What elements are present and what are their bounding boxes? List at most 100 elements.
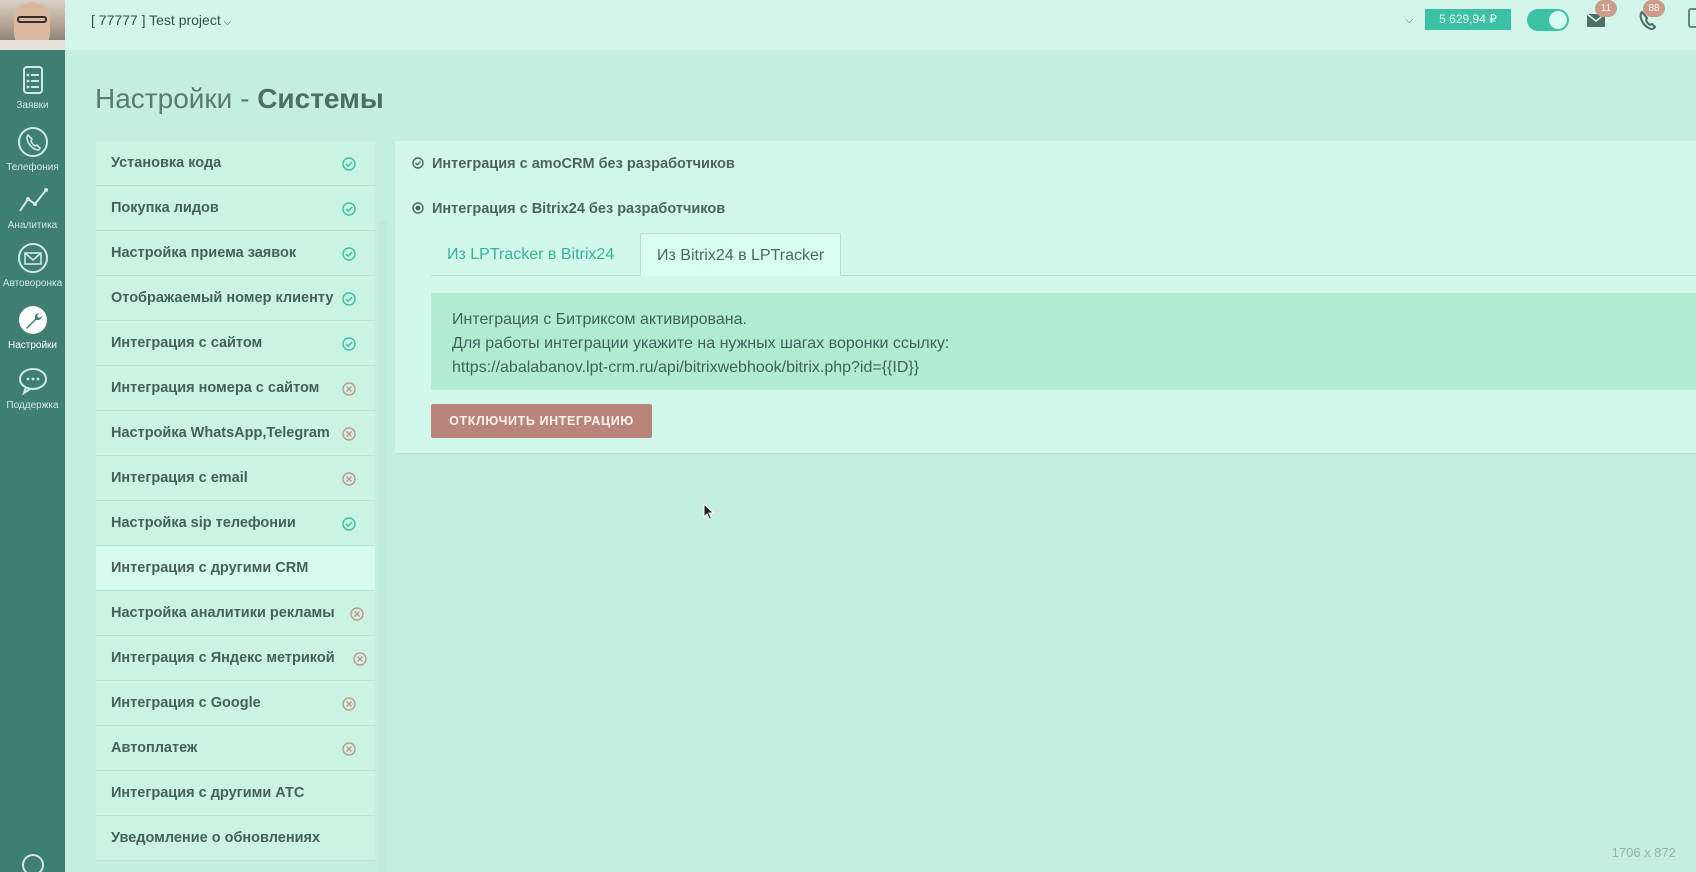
settings-menu: Установка кода Покупка лидов Настройка п… (96, 141, 375, 861)
avatar-glasses (17, 16, 47, 23)
x-circle-icon (342, 697, 356, 711)
page-title: Настройки - Системы (95, 83, 384, 115)
tab-lptracker-to-bitrix[interactable]: Из LPTracker в Bitrix24 (431, 233, 630, 276)
status-toggle[interactable] (1527, 9, 1569, 31)
accordion-amocrm[interactable]: Интеграция с amoCRM без разработчиков (412, 156, 735, 172)
envelope-icon (17, 243, 48, 273)
check-circle-icon (342, 517, 356, 531)
menu-item-label: Уведомление о обновлениях (111, 830, 321, 846)
money-icon[interactable] (20, 852, 46, 872)
mail-button[interactable]: 11 (1586, 0, 1617, 30)
toggle-knob (1549, 11, 1567, 29)
rail-item-support[interactable]: Поддержка (0, 364, 65, 411)
menu-item-label: Интеграция с другими АТС (111, 785, 305, 801)
project-name: [ 77777 ] Test project (91, 12, 221, 28)
page-title-prefix: Настройки - (95, 83, 258, 114)
menu-item-email-integration[interactable]: Интеграция с email (96, 456, 375, 501)
rail-item-label: Автоворонка (2, 278, 63, 289)
menu-item-ad-analytics[interactable]: Настройка аналитики рекламы (96, 591, 375, 636)
menu-item-label: Настройка WhatsApp,Telegram (111, 425, 330, 441)
cut-off-icon[interactable] (1688, 8, 1696, 28)
menu-item-label: Интеграция номера с сайтом (111, 380, 320, 396)
menu-item-display-number[interactable]: Отображаемый номер клиенту (96, 276, 375, 321)
rail-item-autofunnel[interactable]: Автоворонка (0, 242, 65, 289)
clipboard-list-icon (22, 66, 43, 94)
accordion-label: Интеграция с amoCRM без разработчиков (432, 156, 735, 172)
check-circle-icon (342, 157, 356, 171)
menu-item-google[interactable]: Интеграция с Google (96, 681, 375, 726)
check-circle-icon (412, 157, 424, 169)
menu-item-other-crm[interactable]: Интеграция с другими CRM (96, 546, 375, 591)
menu-item-number-site-integration[interactable]: Интеграция номера с сайтом (96, 366, 375, 411)
rail-item-label: Настройки (7, 340, 58, 351)
x-circle-icon (353, 652, 367, 666)
menu-item-update-notices[interactable]: Уведомление о обновлениях (96, 816, 375, 861)
calls-count-badge: 88 (1643, 0, 1665, 17)
page-title-bold: Системы (257, 83, 384, 114)
menu-item-label: Интеграция с email (111, 470, 248, 486)
menu-item-label: Покупка лидов (111, 200, 219, 216)
menu-item-label: Автоплатеж (111, 740, 198, 756)
rail-item-telephony[interactable]: Телефония (0, 126, 65, 173)
rail-item-label: Поддержка (6, 400, 59, 411)
menu-divider (379, 222, 387, 872)
menu-item-label: Настройка sip телефонии (111, 515, 296, 531)
alert-line-activated: Интеграция с Битриксом активирована. (452, 311, 747, 328)
accordion-bitrix24[interactable]: Интеграция с Bitrix24 без разработчиков (412, 201, 725, 217)
check-circle-icon (342, 247, 356, 261)
x-circle-icon (342, 427, 356, 441)
menu-item-label: Интеграция с сайтом (111, 335, 263, 351)
rail-item-analytics[interactable]: Аналитика (0, 184, 65, 231)
check-circle-icon (342, 337, 356, 351)
accordion-label: Интеграция с Bitrix24 без разработчиков (432, 201, 726, 217)
menu-item-autopayment[interactable]: Автоплатеж (96, 726, 375, 771)
avatar[interactable] (0, 0, 65, 50)
rail-item-requests[interactable]: Заявки (0, 64, 65, 111)
chat-bubble-icon (18, 368, 47, 396)
menu-item-label: Интеграция с Google (111, 695, 261, 711)
menu-item-requests-setup[interactable]: Настройка приема заявок (96, 231, 375, 276)
x-circle-icon (342, 742, 356, 756)
menu-item-messengers[interactable]: Настройка WhatsApp,Telegram (96, 411, 375, 456)
top-bar: [ 77777 ] Test project ⌵ ⌵ 5 629,94 ₽ 11 … (65, 0, 1696, 50)
menu-item-sip[interactable]: Настройка sip телефонии (96, 501, 375, 546)
rail-item-settings[interactable]: Настройки (0, 304, 65, 351)
menu-item-yandex-metrika[interactable]: Интеграция с Яндекс метрикой (96, 636, 375, 681)
menu-item-label: Настройка приема заявок (111, 245, 297, 261)
left-nav-rail: Заявки Телефония Аналитика Автоворонка Н… (0, 0, 65, 872)
check-circle-icon (342, 292, 356, 306)
menu-item-site-integration[interactable]: Интеграция с сайтом (96, 321, 375, 366)
radio-circle-icon (412, 202, 424, 214)
x-circle-icon (342, 382, 356, 396)
menu-item-label: Установка кода (111, 155, 222, 171)
menu-item-other-pbx[interactable]: Интеграция с другими АТС (96, 771, 375, 816)
menu-item-label: Интеграция с другими CRM (111, 560, 309, 576)
rail-item-label: Заявки (16, 100, 49, 111)
calls-button[interactable]: 88 (1638, 0, 1665, 31)
x-circle-icon (342, 472, 356, 486)
rail-item-label: Телефония (6, 162, 59, 173)
tab-bitrix-to-lptracker[interactable]: Из Bitrix24 в LPTracker (640, 233, 842, 276)
integration-panel: Интеграция с amoCRM без разработчиков Ин… (395, 141, 1696, 454)
integration-tabs: Из LPTracker в Bitrix24 Из Bitrix24 в LP… (431, 233, 1696, 276)
menu-item-label: Отображаемый номер клиенту (111, 290, 334, 306)
dimensions-label: 1706 x 872 (1611, 845, 1676, 860)
chevron-down-icon: ⌵ (223, 17, 232, 28)
phone-icon (17, 127, 48, 157)
menu-item-label: Интеграция с Яндекс метрикой (111, 650, 335, 666)
rail-item-label: Аналитика (7, 220, 58, 231)
disable-integration-button[interactable]: ОТКЛЮЧИТЬ ИНТЕГРАЦИЮ (431, 404, 652, 438)
menu-item-label: Настройка аналитики рекламы (111, 605, 335, 621)
chevron-down-icon[interactable]: ⌵ (1405, 14, 1413, 27)
menu-item-code-install[interactable]: Установка кода (96, 141, 375, 186)
analytics-chart-icon (18, 188, 48, 212)
webhook-url[interactable]: https://abalabanov.lpt-crm.ru/api/bitrix… (452, 356, 1675, 380)
project-selector[interactable]: [ 77777 ] Test project ⌵ (91, 12, 231, 28)
wrench-icon (18, 306, 47, 334)
integration-status-alert: Интеграция с Битриксом активирована. Для… (431, 293, 1696, 390)
balance-badge[interactable]: 5 629,94 ₽ (1425, 9, 1511, 30)
menu-item-buy-leads[interactable]: Покупка лидов (96, 186, 375, 231)
avatar-shirt (0, 40, 65, 50)
mail-count-badge: 11 (1595, 0, 1617, 17)
check-circle-icon (342, 202, 356, 216)
